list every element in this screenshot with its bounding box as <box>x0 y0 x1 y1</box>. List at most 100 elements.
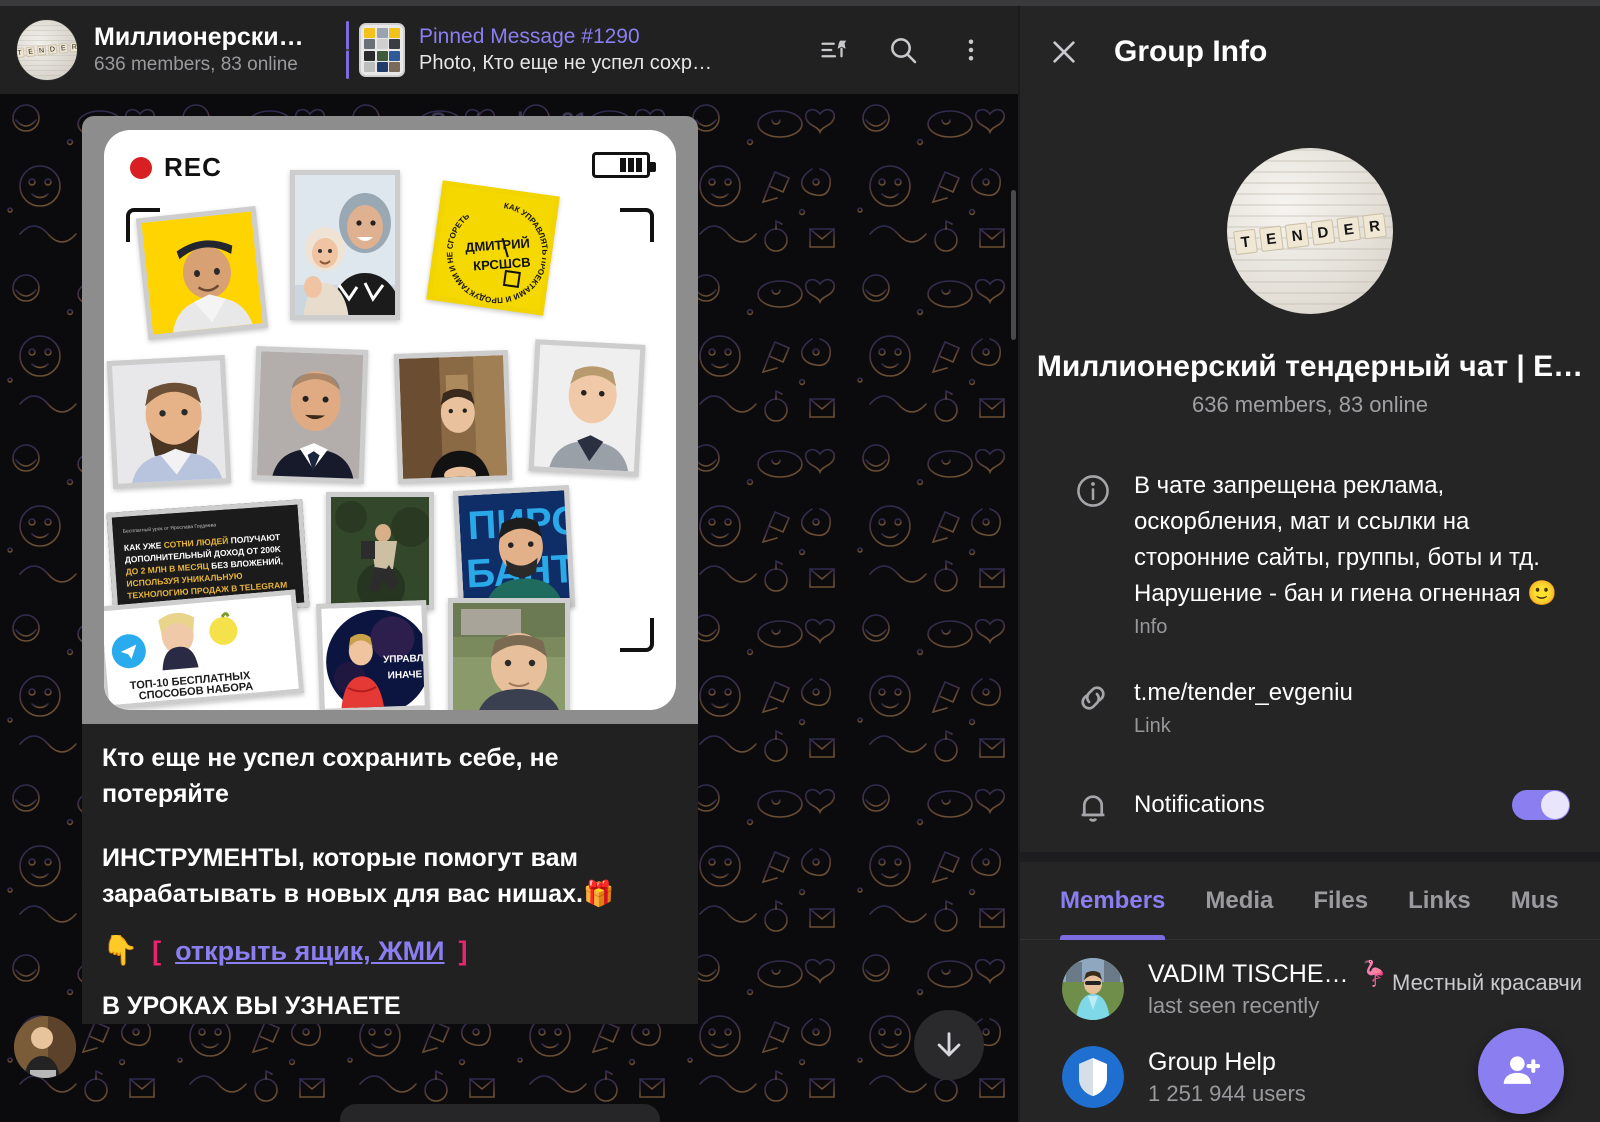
tab-links[interactable]: Links <box>1408 862 1471 940</box>
collage-photo-tv: ПИРО БАНТ <box>452 485 576 613</box>
info-link-value: t.me/tender_evgeniu <box>1134 679 1353 706</box>
panel-divider <box>1020 852 1600 862</box>
arrow-down-icon <box>937 1032 961 1057</box>
pinned-divider <box>346 21 349 79</box>
group-avatar[interactable]: TENDER <box>16 19 78 81</box>
tab-music[interactable]: Mus <box>1511 862 1559 940</box>
link-row-body: t.me/tender_evgeniu Link <box>1122 675 1570 738</box>
add-member-button[interactable] <box>1478 1028 1564 1114</box>
search-icon[interactable] <box>886 33 920 67</box>
collage-photo-last <box>448 598 570 710</box>
telegram-window: TENDER Миллионерски… 636 members, 83 onl… <box>0 0 1600 1122</box>
info-row-description[interactable]: В чате запрещена реклама, оскорбления, м… <box>1020 458 1600 649</box>
chat-column: TENDER Миллионерски… 636 members, 83 onl… <box>0 6 1018 1122</box>
group-info-members-count: 636 members, 83 online <box>1191 392 1429 417</box>
collage-photo-7 <box>528 339 646 477</box>
notifications-toggle[interactable] <box>1512 790 1570 820</box>
message-bubble[interactable]: REC КАК УПРАВЛЯТЬ ПРОЕКТАМИ И ПРОДУКТАМИ… <box>82 116 698 1024</box>
group-info-avatar[interactable]: TENDER <box>1227 148 1393 314</box>
info-description-value: В чате запрещена реклама, оскорбления, м… <box>1134 472 1558 607</box>
notifications-label: Notifications <box>1134 791 1265 818</box>
header-titles[interactable]: Миллионерски… 636 members, 83 online <box>94 22 334 78</box>
chat-title: Миллионерски… <box>94 23 304 51</box>
collage-photo-1 <box>135 206 269 340</box>
flamingo-icon: 🦩 <box>1358 959 1390 988</box>
chat-scrollbar[interactable] <box>1011 190 1016 340</box>
pinned-message-text[interactable]: Pinned Message #1290 Photo, Кто еще не у… <box>419 24 818 76</box>
info-link-label: Link <box>1134 715 1171 737</box>
tab-files[interactable]: Files <box>1313 862 1368 940</box>
member-row-1[interactable]: VADIM TISCHE… 🦩 last seen recently Местн… <box>1020 958 1600 1020</box>
frame-corner-br <box>620 618 654 652</box>
member-status-bot: 1 251 944 users <box>1148 1080 1306 1106</box>
message-line-2: ИНСТРУМЕНТЫ, которые помогут вам <box>102 844 579 872</box>
collage-photo-4 <box>106 354 232 490</box>
add-person-icon <box>1503 1056 1541 1084</box>
pinned-message-thumbnail[interactable] <box>359 23 405 77</box>
bracket-close: ] <box>458 935 468 966</box>
frame-corner-tr <box>620 208 654 242</box>
member-status: last seen recently <box>1148 992 1320 1018</box>
scroll-to-bottom-button[interactable] <box>914 1010 984 1080</box>
collage-sticker-yellow: КАК УПРАВЛЯТЬ ПРОЕКТАМИ И ПРОДУКТАМИ И Н… <box>426 180 560 316</box>
member-avatar-bot <box>1062 1046 1124 1108</box>
info-row-link[interactable]: t.me/tender_evgeniu Link <box>1020 665 1600 748</box>
header-actions <box>818 33 1002 67</box>
info-row-body: В чате запрещена реклама, оскорбления, м… <box>1122 468 1570 639</box>
notifications-body: Notifications <box>1122 787 1512 823</box>
group-info-name: Миллионерский тендерный чат | Е… <box>1036 350 1584 383</box>
group-info-tabs: Members Media Files Links Mus <box>1020 862 1600 940</box>
pointing-hand-icon: 👇 <box>102 935 139 967</box>
collage-photo-6 <box>393 350 513 484</box>
tab-members[interactable]: Members <box>1060 862 1166 940</box>
rec-dot-icon <box>130 156 152 179</box>
member-info: VADIM TISCHE… 🦩 last seen recently <box>1148 960 1390 1019</box>
apply-to-join-group-button[interactable]: APPLY TO JOIN GROUP <box>340 1104 660 1122</box>
info-row-notifications[interactable]: Notifications <box>1020 774 1600 836</box>
collage-photo-2 <box>290 170 400 320</box>
chat-header: TENDER Миллионерски… 636 members, 83 onl… <box>0 6 1018 94</box>
group-info-panel: Group Info TENDER Миллионерский тендерны… <box>1020 6 1600 1122</box>
message-line-3: зарабатывать в новых для вас нишах.🎁 <box>102 880 615 908</box>
message-text: Кто еще не успел сохранить себе, не поте… <box>82 724 698 1024</box>
message-line-1: Кто еще не успел сохранить себе, не поте… <box>102 744 559 808</box>
group-info-rows: В чате запрещена реклама, оскорбления, м… <box>1020 458 1600 836</box>
chat-message-area: September 21 RE <box>0 94 1018 1122</box>
chat-members-count: 636 members, 83 online <box>94 54 298 75</box>
member-name-row-bot: Group Help <box>1148 1048 1306 1077</box>
pinned-messages-icon[interactable] <box>818 33 852 67</box>
bell-icon <box>1064 784 1122 826</box>
pinned-message-title: Pinned Message #1290 <box>419 25 640 48</box>
group-info-header: Group Info <box>1020 6 1600 98</box>
pinned-message-preview: Photo, Кто еще не успел сохр… <box>419 52 712 74</box>
close-icon[interactable] <box>1042 30 1086 74</box>
collage-card-blue: УПРАВЛЯЙ ИНАЧЕ <box>316 600 430 710</box>
link-icon <box>1064 675 1122 738</box>
collage-photo-5 <box>251 346 369 484</box>
group-info-title: Group Info <box>1114 35 1268 68</box>
svg-text:ИНАЧЕ: ИНАЧЕ <box>387 669 422 681</box>
battery-icon <box>592 152 656 178</box>
member-name-bot: Group Help <box>1148 1047 1276 1076</box>
message-bubble-wrapper: REC КАК УПРАВЛЯТЬ ПРОЕКТАМИ И ПРОДУКТАМИ… <box>82 116 698 1024</box>
collage-photo-jump <box>326 492 434 610</box>
member-badge: Местный красавчи <box>1392 970 1583 995</box>
collage-card-white: ТОП-10 БЕСПЛАТНЫХ СПОСОБОВ НАБОРА ПОДПИС… <box>104 589 305 710</box>
message-photo[interactable]: REC КАК УПРАВЛЯТЬ ПРОЕКТАМИ И ПРОДУКТАМИ… <box>82 116 698 724</box>
tab-media[interactable]: Media <box>1205 862 1273 940</box>
message-sender-avatar[interactable] <box>14 1016 76 1078</box>
bracket-open: [ <box>152 935 162 966</box>
more-options-icon[interactable] <box>954 33 988 67</box>
rec-label: REC <box>164 152 222 182</box>
rec-indicator: REC <box>130 152 222 183</box>
message-line-cut: В УРОКАХ ВЫ УЗНАЕТЕ <box>102 992 401 1014</box>
member-name: VADIM TISCHE… <box>1148 959 1349 988</box>
member-info-bot: Group Help 1 251 944 users <box>1148 1048 1306 1107</box>
message-link[interactable]: открыть ящик, ЖМИ <box>175 936 444 967</box>
info-icon <box>1064 468 1122 639</box>
member-avatar <box>1062 958 1124 1020</box>
photo-phone-frame: REC КАК УПРАВЛЯТЬ ПРОЕКТАМИ И ПРОДУКТАМИ… <box>104 130 676 710</box>
member-name-row: VADIM TISCHE… 🦩 <box>1148 960 1390 989</box>
message-link-row: 👇 [ открыть ящик, ЖМИ ] <box>102 934 678 968</box>
